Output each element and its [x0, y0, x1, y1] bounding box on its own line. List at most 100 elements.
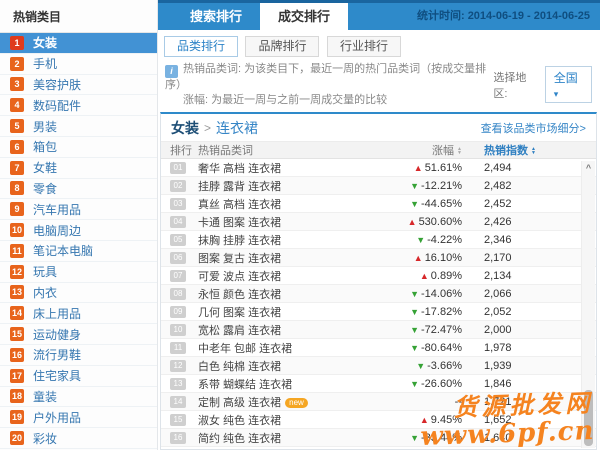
sub-tab[interactable]: 行业排行 — [326, 36, 401, 57]
sidebar-item[interactable]: 8 零食 — [0, 179, 157, 200]
table-row[interactable]: 10 宽松 露肩 连衣裙 ▼ -72.47% 2,000 — [161, 321, 596, 339]
sidebar-item-label: 运动健身 — [33, 327, 82, 342]
row-term-text: 卡通 图案 连衣裙 — [198, 216, 282, 229]
breadcrumb-category[interactable]: 女装 — [171, 118, 199, 138]
row-change: ▲ 530.60% — [370, 216, 462, 228]
row-term: 挂脖 露背 连衣裙 — [198, 178, 370, 194]
row-rank-badge: 10 — [170, 323, 186, 336]
row-change-text: 51.61% — [424, 161, 462, 174]
table-row[interactable]: 09 几何 图案 连衣裙 ▼ -17.82% 2,052 — [161, 303, 596, 321]
sidebar-item[interactable]: 12 玩具 — [0, 262, 157, 283]
row-term-text: 定制 高级 连衣裙 — [198, 396, 282, 409]
category-rank-badge: 5 — [10, 119, 24, 134]
sub-tab-bar: 品类排行 品牌排行 行业排行 — [164, 36, 600, 57]
table-row[interactable]: 04 卡通 图案 连衣裙 ▲ 530.60% 2,426 — [161, 213, 596, 231]
category-rank-badge: 20 — [10, 431, 24, 446]
row-index-value: 1,652 — [484, 413, 512, 426]
sidebar-item[interactable]: 18 童装 — [0, 387, 157, 408]
sidebar-item[interactable]: 11 笔记本电脑 — [0, 241, 157, 262]
category-rank-badge: 6 — [10, 139, 24, 154]
table-row[interactable]: 14 定制 高级 连衣裙 new -- 1,721 — [161, 393, 596, 411]
sidebar-item-label: 女装 — [33, 36, 58, 51]
row-term: 抹胸 挂脖 连衣裙 — [198, 232, 370, 248]
sidebar-item[interactable]: 7 女鞋 — [0, 158, 157, 179]
category-rank-badge: 11 — [10, 243, 24, 258]
table-row[interactable]: 03 真丝 高档 连衣裙 ▼ -44.65% 2,452 — [161, 195, 596, 213]
trend-arrow-icon: ▼ — [410, 306, 420, 317]
sidebar-item[interactable]: 9 汽车用品 — [0, 199, 157, 221]
row-term: 系带 蝴蝶结 连衣裙 — [198, 376, 370, 392]
row-change-text: 16.10% — [424, 251, 462, 264]
category-rank-badge: 7 — [10, 160, 24, 175]
sidebar-item[interactable]: 6 箱包 — [0, 137, 157, 158]
table-row[interactable]: 17 小熊 维尼 连衣裙new -- 1,579 — [161, 447, 596, 448]
info-icon — [165, 65, 178, 78]
category-rank-badge: 19 — [10, 410, 24, 425]
breadcrumb-subcategory[interactable]: 连衣裙 — [216, 118, 258, 138]
row-change-text: -44.65% — [421, 197, 462, 210]
sidebar-item[interactable]: 15 运动健身 — [0, 324, 157, 345]
row-term-text: 挂脖 露背 连衣裙 — [198, 180, 282, 193]
sidebar-item[interactable]: 17 住宅家具 — [0, 366, 157, 387]
sort-index-icon[interactable]: ▲ ▼ — [531, 147, 536, 156]
sidebar-item[interactable]: 19 户外用品 — [0, 407, 157, 429]
category-rank-badge: 2 — [10, 56, 24, 71]
sub-tab[interactable]: 品牌排行 — [245, 36, 320, 57]
sidebar-item[interactable]: 13 内衣 — [0, 283, 157, 304]
row-term-text: 淑女 纯色 连衣裙 — [198, 414, 282, 427]
sidebar-item-label: 电脑周边 — [33, 223, 82, 238]
sidebar-item-label: 女鞋 — [33, 161, 58, 176]
table-row[interactable]: 02 挂脖 露背 连衣裙 ▼ -12.21% 2,482 — [161, 177, 596, 195]
category-rank-badge: 10 — [10, 223, 24, 238]
table-row[interactable]: 08 永恒 颜色 连衣裙 ▼ -14.06% 2,066 — [161, 285, 596, 303]
scroll-thumb[interactable] — [584, 390, 593, 446]
row-change-text: -- — [454, 395, 462, 408]
row-index-value: 2,494 — [484, 161, 512, 174]
region-selector: 选择地区: 全国 — [493, 62, 592, 103]
sidebar-item[interactable]: 3 美容护肤 — [0, 75, 157, 96]
table-row[interactable]: 15 淑女 纯色 连衣裙 ▲ 9.45% 1,652 — [161, 411, 596, 429]
sidebar-item[interactable]: 16 流行男鞋 — [0, 345, 157, 366]
sidebar-item[interactable]: 4 数码配件 — [0, 95, 157, 117]
row-change: ▼ -4.22% — [370, 234, 462, 246]
sidebar-item[interactable]: 10 电脑周边 — [0, 220, 157, 241]
row-term: 图案 复古 连衣裙 — [198, 250, 370, 266]
row-term-text: 抹胸 挂脖 连衣裙 — [198, 234, 282, 247]
sidebar-item-label: 美容护肤 — [33, 77, 82, 92]
sub-tab[interactable]: 品类排行 — [164, 36, 239, 57]
row-term-text: 奢华 高档 连衣裙 — [198, 162, 282, 175]
row-index-value: 2,000 — [484, 323, 512, 336]
row-rank-badge: 14 — [170, 395, 186, 408]
market-detail-link[interactable]: 查看该品类市场细分> — [481, 120, 586, 136]
category-rank-badge: 12 — [10, 264, 24, 279]
table-row[interactable]: 12 白色 纯棉 连衣裙 ▼ -3.66% 1,939 — [161, 357, 596, 375]
row-change-text: 530.60% — [418, 215, 462, 228]
sidebar-item[interactable]: 1 女装 — [0, 33, 157, 54]
trend-arrow-icon: ▼ — [410, 288, 420, 299]
row-rank-badge: 04 — [170, 215, 186, 228]
new-badge: new — [285, 397, 308, 408]
table-row[interactable]: 01 奢华 高档 连衣裙 ▲ 51.61% 2,494 — [161, 159, 596, 177]
table-row[interactable]: 06 图案 复古 连衣裙 ▲ 16.10% 2,170 — [161, 249, 596, 267]
table-row[interactable]: 16 简约 纯色 连衣裙 ▼ -33.44% 1,640 — [161, 429, 596, 447]
col-change: 涨幅 ▲ ▼ — [432, 145, 462, 157]
top-tab[interactable]: 成交排行 — [260, 3, 349, 30]
table-row[interactable]: 13 系带 蝴蝶结 连衣裙 ▼ -26.60% 1,846 — [161, 375, 596, 393]
row-rank-badge: 06 — [170, 251, 186, 264]
table-row[interactable]: 05 抹胸 挂脖 连衣裙 ▼ -4.22% 2,346 — [161, 231, 596, 249]
table-row[interactable]: 07 可爱 波点 连衣裙 ▲ 0.89% 2,134 — [161, 267, 596, 285]
sidebar-item[interactable]: 2 手机 — [0, 54, 157, 75]
table-row[interactable]: 11 中老年 包邮 连衣裙 ▼ -80.64% 1,978 — [161, 339, 596, 357]
category-rank-badge: 4 — [10, 98, 24, 113]
sidebar-item[interactable]: 14 床上用品 — [0, 303, 157, 325]
region-dropdown[interactable]: 全国 — [544, 66, 592, 103]
scrollbar[interactable]: ^ — [581, 161, 595, 448]
sidebar-item[interactable]: 5 男装 — [0, 116, 157, 137]
row-index-value: 2,482 — [484, 179, 512, 192]
sidebar-item-label: 数码配件 — [33, 98, 82, 113]
top-tab[interactable]: 搜索排行 — [172, 3, 260, 30]
scroll-up-icon[interactable]: ^ — [582, 161, 595, 175]
sidebar-item[interactable]: 20 彩妆 — [0, 428, 157, 449]
col-index: 热销指数 ▲ ▼ — [484, 145, 536, 157]
sidebar-item-label: 童装 — [33, 389, 58, 404]
